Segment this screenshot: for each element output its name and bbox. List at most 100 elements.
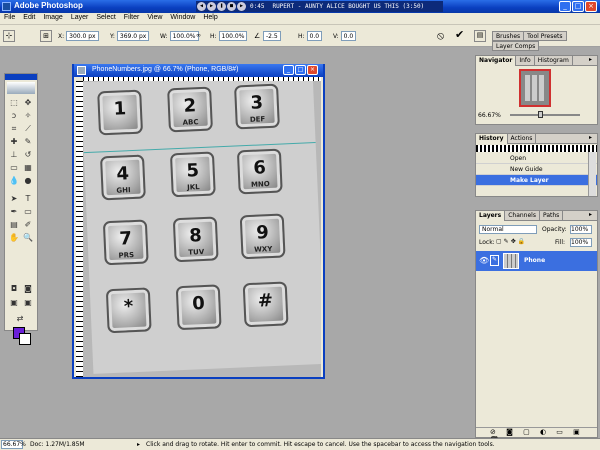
menu-view[interactable]: View (143, 13, 166, 21)
cancel-transform-icon[interactable]: ⦸ (437, 29, 444, 43)
jump-to-imageready-icon[interactable]: ⇄ (15, 314, 25, 324)
layer-visibility-icon[interactable]: 👁 (479, 256, 489, 265)
navigator-zoom-slider[interactable] (510, 114, 580, 116)
shape-tool-icon[interactable]: ▭ (23, 207, 33, 217)
zoom-tool-icon[interactable]: 🔍 (23, 233, 33, 243)
menu-file[interactable]: File (0, 13, 19, 21)
media-stop-icon[interactable]: ■ (227, 2, 236, 11)
minimize-icon[interactable]: _ (559, 1, 571, 12)
fullscreen-mode-icon[interactable]: ▣ (23, 298, 33, 308)
dodge-tool-icon[interactable]: ● (23, 176, 33, 186)
tab-histogram[interactable]: Histogram (535, 56, 573, 66)
layers-menu-icon[interactable]: ▸ (586, 211, 595, 219)
layers-footer-buttons[interactable]: ⊘ ◙ ▢ ◐ ▭ ▣ 🗑 (476, 427, 597, 444)
tab-layers[interactable]: Layers (476, 211, 506, 221)
doc-maximize-icon[interactable]: □ (295, 65, 306, 75)
angle-input[interactable]: -2.5 (263, 31, 281, 41)
clone-stamp-icon[interactable]: ⊥ (9, 150, 19, 160)
navigator-slider-thumb[interactable] (538, 111, 543, 118)
move-tool-icon[interactable]: ✥ (23, 98, 33, 108)
blur-tool-icon[interactable]: 💧 (9, 176, 19, 186)
tab-paths[interactable]: Paths (540, 211, 564, 221)
v-skew-field[interactable]: V: 0.0 (333, 31, 357, 41)
menu-select[interactable]: Select (92, 13, 119, 21)
menu-window[interactable]: Window (166, 13, 199, 21)
commit-transform-icon[interactable]: ✔ (455, 28, 464, 41)
eraser-tool-icon[interactable]: ▭ (9, 163, 19, 173)
palette-well-icon[interactable]: ▤ (474, 30, 486, 42)
navigator-zoom[interactable]: 66.67% (478, 112, 502, 121)
transform-tool-icon[interactable]: ⊹ (3, 30, 15, 42)
width-field[interactable]: W: 100.0% (160, 31, 199, 41)
close-icon[interactable]: × (585, 1, 597, 12)
history-snapshot[interactable] (476, 145, 597, 152)
media-play-icon[interactable]: ▶ (207, 2, 216, 11)
hand-tool-icon[interactable]: ✋ (9, 233, 19, 243)
menu-image[interactable]: Image (39, 13, 66, 21)
eyedropper-tool-icon[interactable]: ✐ (23, 220, 33, 230)
healing-brush-icon[interactable]: ✚ (9, 137, 19, 147)
tab-brushes[interactable]: Brushes (492, 31, 525, 41)
media-pause-icon[interactable]: ❚ (217, 2, 226, 11)
layer-name[interactable]: Phone (524, 257, 545, 264)
status-arrow-icon[interactable]: ▸ (137, 439, 140, 450)
opacity-input[interactable]: 100% (570, 225, 592, 234)
h-skew-field[interactable]: H: 0.0 (298, 31, 323, 41)
gradient-tool-icon[interactable]: ▦ (23, 163, 33, 173)
brush-tool-icon[interactable]: ✎ (23, 137, 33, 147)
angle-field[interactable]: -2.5 (263, 31, 281, 41)
crop-tool-icon[interactable]: ⌗ (9, 124, 19, 134)
status-doc-size[interactable]: Doc: 1.27M/1.85M (30, 439, 85, 450)
path-selection-icon[interactable]: ➤ (9, 194, 19, 204)
tab-navigator[interactable]: Navigator (476, 56, 517, 66)
history-item[interactable]: Open (476, 153, 597, 164)
blend-mode-select[interactable]: Normal (479, 225, 537, 234)
tab-layer-comps[interactable]: Layer Comps (492, 41, 540, 51)
standard-mode-icon[interactable]: ◙ (23, 284, 33, 294)
magic-wand-tool-icon[interactable]: ✧ (23, 111, 33, 121)
notes-tool-icon[interactable]: ▤ (9, 220, 19, 230)
navigator-menu-icon[interactable]: ▸ (586, 56, 595, 64)
media-next-icon[interactable]: ▶ (237, 2, 246, 11)
lasso-tool-icon[interactable]: ↄ (9, 111, 19, 121)
menu-filter[interactable]: Filter (120, 13, 144, 21)
status-zoom-input[interactable]: 66.67% (1, 440, 26, 449)
doc-close-icon[interactable]: × (307, 65, 318, 75)
tab-channels[interactable]: Channels (505, 211, 540, 221)
menu-help[interactable]: Help (199, 13, 221, 21)
background-color-swatch[interactable] (19, 333, 31, 345)
quick-mask-icon[interactable]: ◘ (9, 284, 19, 294)
tab-history[interactable]: History (476, 134, 508, 144)
history-brush-icon[interactable]: ↺ (23, 150, 33, 160)
fill-input[interactable]: 100% (570, 238, 592, 247)
tab-tool-presets[interactable]: Tool Presets (523, 31, 567, 41)
height-field[interactable]: H: 100.0% (210, 31, 248, 41)
layer-row-phone[interactable]: 👁 ✎ Phone (476, 251, 597, 271)
doc-minimize-icon[interactable]: _ (283, 65, 294, 75)
history-scrollbar[interactable] (588, 152, 596, 196)
history-menu-icon[interactable]: ▸ (586, 134, 595, 142)
y-field[interactable]: Y: 369.0 px (110, 31, 150, 41)
reference-point-icon[interactable]: ⊞ (40, 30, 52, 42)
height-input[interactable]: 100.0% (218, 31, 248, 41)
image-canvas[interactable]: 1 2 ABC 3 DEF 4 GHI 5 JKL 6 MNO 7 PRS 8 TUV 9 WXY * 0 # (83, 81, 321, 377)
tab-info[interactable]: Info (516, 56, 535, 66)
x-input[interactable]: 300.0 px (66, 31, 99, 41)
media-prev-icon[interactable]: ◀ (197, 2, 206, 11)
maximize-icon[interactable]: □ (572, 1, 584, 12)
document-title-bar[interactable]: PhoneNumbers.jpg @ 66.7% (Phone, RGB/8#)… (74, 64, 323, 77)
history-item-selected[interactable]: Make Layer (476, 175, 597, 186)
type-tool-icon[interactable]: T (23, 194, 33, 204)
x-field[interactable]: X: 300.0 px (58, 31, 99, 41)
h-skew-input[interactable]: 0.0 (306, 31, 323, 41)
menu-edit[interactable]: Edit (19, 13, 39, 21)
width-input[interactable]: 100.0% (169, 31, 199, 41)
v-skew-input[interactable]: 0.0 (340, 31, 357, 41)
tab-actions[interactable]: Actions (508, 134, 537, 144)
lock-icons[interactable]: ▢✎✥🔒 (496, 238, 527, 245)
y-input[interactable]: 369.0 px (116, 31, 150, 41)
link-icon[interactable]: ∞ (196, 32, 201, 39)
marquee-tool-icon[interactable]: ⬚ (9, 98, 19, 108)
pen-tool-icon[interactable]: ✒ (9, 207, 19, 217)
slice-tool-icon[interactable]: ⟋ (23, 124, 33, 134)
